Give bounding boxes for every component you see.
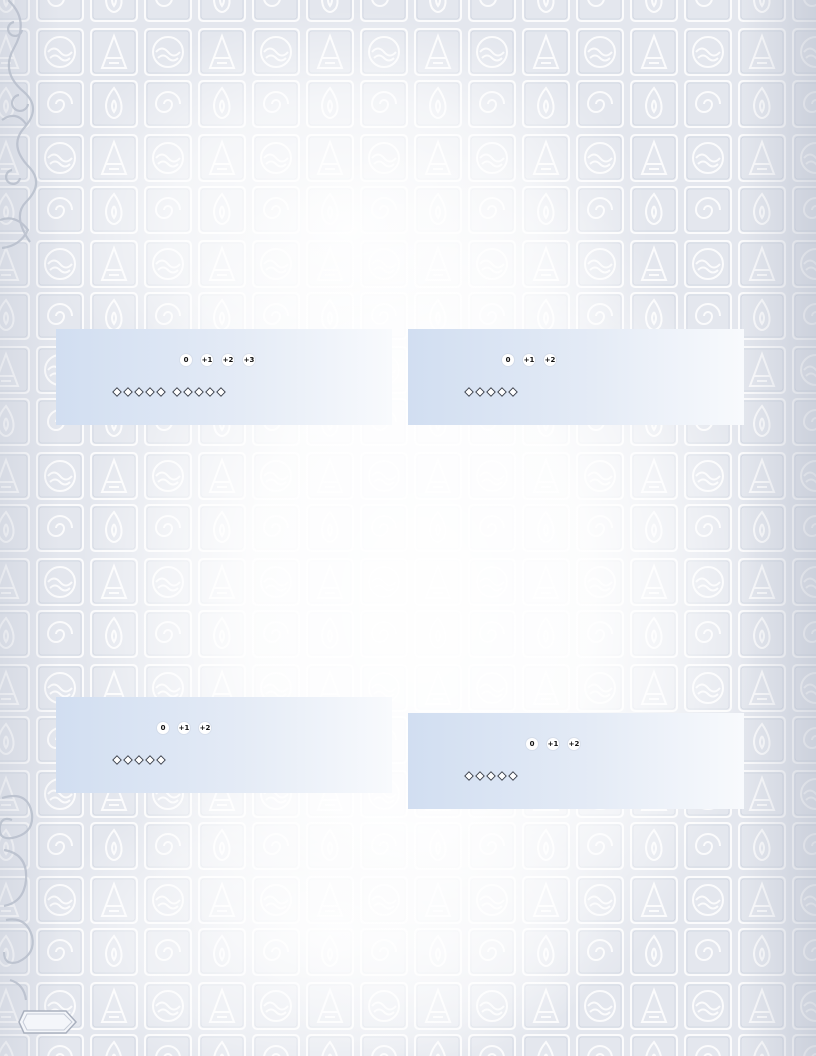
stat-panel-1: 0 +1 +2 +3 bbox=[56, 329, 392, 425]
checkbox-track bbox=[112, 387, 226, 397]
diamond-checkbox-icon[interactable] bbox=[145, 755, 155, 765]
diamond-checkbox-icon[interactable] bbox=[134, 387, 144, 397]
modifier-pip[interactable]: 0 bbox=[180, 354, 192, 366]
diamond-checkbox-icon[interactable] bbox=[475, 771, 485, 781]
stat-panel-4: 0 +1 +2 bbox=[408, 713, 744, 809]
checkbox-track bbox=[464, 387, 518, 397]
page-number-tab bbox=[18, 1010, 78, 1034]
modifier-pip[interactable]: 0 bbox=[526, 738, 538, 750]
diamond-checkbox-icon[interactable] bbox=[183, 387, 193, 397]
modifier-pip[interactable]: +1 bbox=[201, 354, 213, 366]
modifier-track: 0 +1 +2 +3 bbox=[180, 354, 255, 366]
modifier-pip[interactable]: +2 bbox=[568, 738, 580, 750]
diamond-checkbox-icon[interactable] bbox=[508, 771, 518, 781]
diamond-checkbox-icon[interactable] bbox=[194, 387, 204, 397]
modifier-pip[interactable]: 0 bbox=[502, 354, 514, 366]
modifier-pip[interactable]: +1 bbox=[178, 722, 190, 734]
modifier-track: 0 +1 +2 bbox=[157, 722, 211, 734]
checkbox-group bbox=[112, 387, 166, 397]
diamond-checkbox-icon[interactable] bbox=[464, 387, 474, 397]
checkbox-group bbox=[112, 755, 166, 765]
diamond-checkbox-icon[interactable] bbox=[205, 387, 215, 397]
diamond-checkbox-icon[interactable] bbox=[123, 755, 133, 765]
modifier-pip[interactable]: +2 bbox=[222, 354, 234, 366]
diamond-checkbox-icon[interactable] bbox=[464, 771, 474, 781]
checkbox-group bbox=[172, 387, 226, 397]
modifier-pip[interactable]: +2 bbox=[544, 354, 556, 366]
diamond-checkbox-icon[interactable] bbox=[156, 387, 166, 397]
stat-panel-2: 0 +1 +2 bbox=[408, 329, 744, 425]
modifier-pip[interactable]: +2 bbox=[199, 722, 211, 734]
checkbox-group bbox=[464, 771, 518, 781]
diamond-checkbox-icon[interactable] bbox=[508, 387, 518, 397]
checkbox-group bbox=[464, 387, 518, 397]
diamond-checkbox-icon[interactable] bbox=[216, 387, 226, 397]
diamond-checkbox-icon[interactable] bbox=[123, 387, 133, 397]
diamond-checkbox-icon[interactable] bbox=[497, 771, 507, 781]
checkbox-track bbox=[112, 755, 166, 765]
modifier-track: 0 +1 +2 bbox=[526, 738, 580, 750]
diamond-checkbox-icon[interactable] bbox=[134, 755, 144, 765]
modifier-pip[interactable]: +1 bbox=[523, 354, 535, 366]
diamond-checkbox-icon[interactable] bbox=[112, 755, 122, 765]
edge-shading bbox=[0, 0, 816, 1056]
stat-panel-3: 0 +1 +2 bbox=[56, 697, 392, 793]
diamond-checkbox-icon[interactable] bbox=[156, 755, 166, 765]
diamond-checkbox-icon[interactable] bbox=[486, 387, 496, 397]
diamond-checkbox-icon[interactable] bbox=[172, 387, 182, 397]
modifier-track: 0 +1 +2 bbox=[502, 354, 556, 366]
modifier-pip[interactable]: +3 bbox=[243, 354, 255, 366]
diamond-checkbox-icon[interactable] bbox=[475, 387, 485, 397]
modifier-pip[interactable]: 0 bbox=[157, 722, 169, 734]
cloud-swirl-ornament-bottom bbox=[0, 794, 34, 1001]
diamond-checkbox-icon[interactable] bbox=[145, 387, 155, 397]
checkbox-track bbox=[464, 771, 518, 781]
modifier-pip[interactable]: +1 bbox=[547, 738, 559, 750]
diamond-checkbox-icon[interactable] bbox=[486, 771, 496, 781]
diamond-checkbox-icon[interactable] bbox=[497, 387, 507, 397]
cloud-swirl-ornament-top bbox=[0, 0, 38, 250]
diamond-checkbox-icon[interactable] bbox=[112, 387, 122, 397]
